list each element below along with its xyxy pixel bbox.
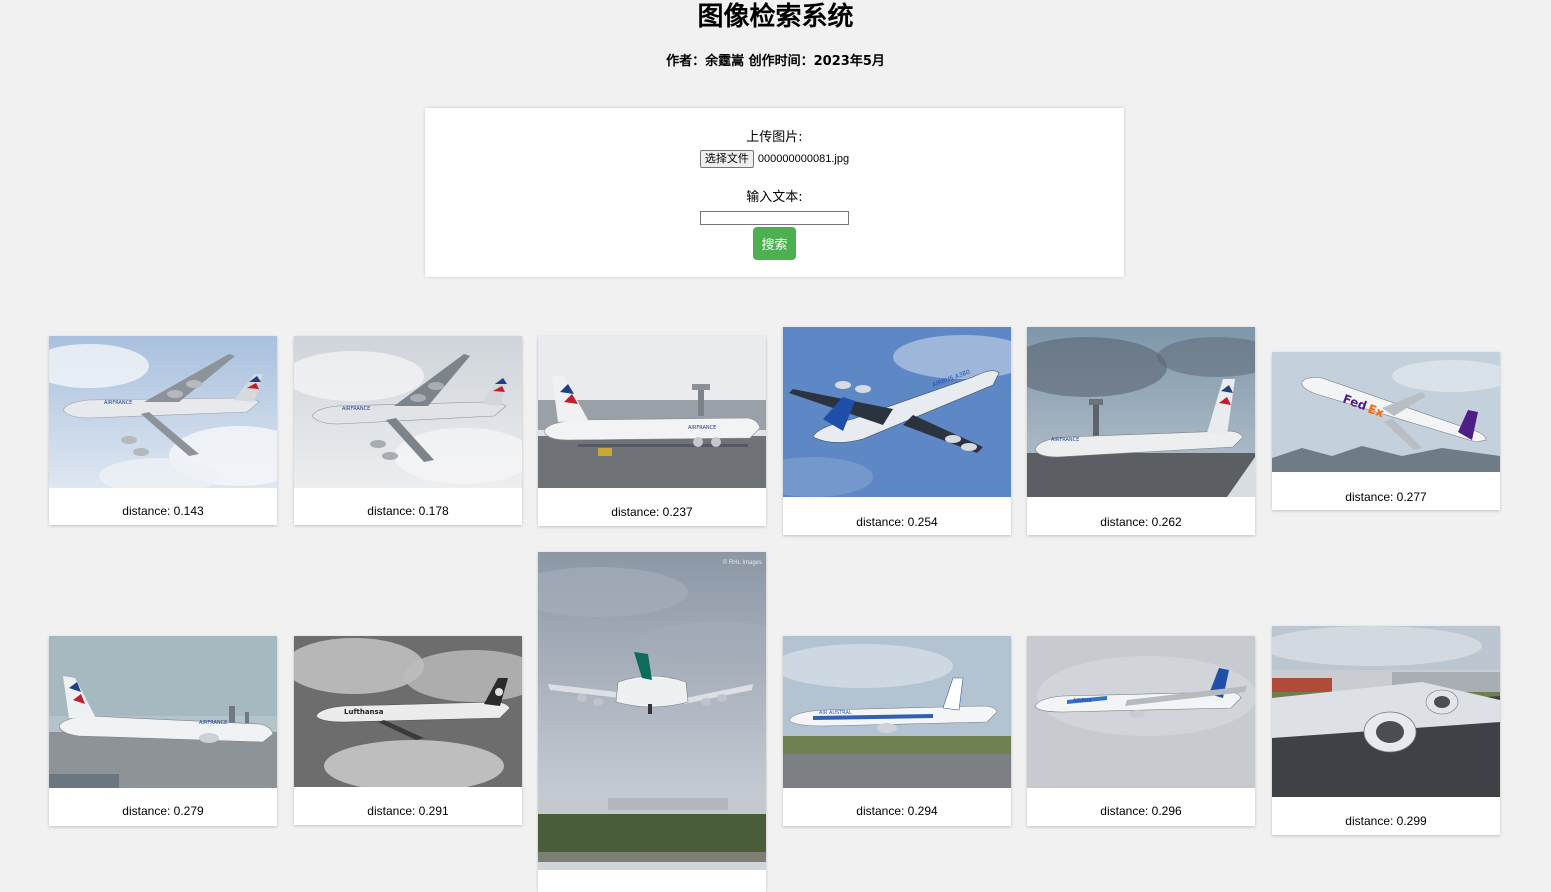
- svg-text:AIRFRANCE: AIRFRANCE: [1051, 437, 1079, 443]
- result-image[interactable]: AIRBUS: [1027, 636, 1255, 788]
- text-label: 输入文本:: [746, 190, 803, 205]
- svg-text:AIRBUS: AIRBUS: [1073, 698, 1092, 704]
- result-card[interactable]: Fed Ex distance: 0.277: [1272, 352, 1500, 510]
- result-card[interactable]: distance: 0.299: [1272, 626, 1500, 835]
- upload-label: 上传图片:: [746, 130, 803, 145]
- result-distance: distance: 0.143: [122, 504, 204, 518]
- result-card[interactable]: AIRFRANCE distance: 0.262: [1027, 327, 1255, 535]
- search-form: 上传图片: 选择文件 000000000081.jpg 输入文本: 搜索: [425, 108, 1124, 277]
- svg-text:AIRFRANCE: AIRFRANCE: [688, 425, 716, 431]
- result-image[interactable]: AIRFRANCE: [1027, 327, 1255, 497]
- result-distance: distance: 0.178: [367, 504, 449, 518]
- result-image[interactable]: AIRFRANCE: [538, 336, 766, 488]
- result-image[interactable]: AIRBUS A380: [783, 327, 1011, 497]
- svg-text:AIR AUSTRAL: AIR AUSTRAL: [819, 710, 852, 716]
- file-input[interactable]: 选择文件 000000000081.jpg: [425, 150, 1124, 168]
- page-title: 图像检索系统: [697, 2, 854, 32]
- result-image[interactable]: Lufthansa: [294, 636, 522, 787]
- result-distance: distance: 0.291: [367, 804, 449, 818]
- result-image[interactable]: AIRFRANCE: [49, 636, 277, 788]
- svg-text:AIRFRANCE: AIRFRANCE: [342, 406, 370, 412]
- result-card[interactable]: AIRFRANCE distance: 0.178: [294, 336, 522, 525]
- result-distance: distance: 0.299: [1345, 814, 1427, 828]
- result-card[interactable]: AIRFRANCE distance: 0.279: [49, 636, 277, 826]
- search-button[interactable]: 搜索: [753, 227, 796, 260]
- page-subtitle: 作者：余霆嵩 创作时间：2023年5月: [666, 54, 885, 69]
- result-card[interactable]: AIRBUS distance: 0.296: [1027, 636, 1255, 826]
- result-distance: distance: 0.262: [1100, 515, 1182, 529]
- photo-watermark: © RHL Images: [722, 560, 762, 566]
- result-card[interactable]: AIRFRANCE distance: 0.237: [538, 336, 766, 526]
- result-card[interactable]: AIR AUSTRAL distance: 0.294: [783, 636, 1011, 826]
- svg-text:AIRFRANCE: AIRFRANCE: [199, 720, 227, 726]
- result-image[interactable]: AIRFRANCE: [49, 336, 277, 488]
- result-card[interactable]: AIRFRANCE distance: 0.143: [49, 336, 277, 525]
- svg-text:AIRFRANCE: AIRFRANCE: [104, 400, 132, 406]
- result-image[interactable]: AIR AUSTRAL: [783, 636, 1011, 788]
- result-image[interactable]: [1272, 626, 1500, 797]
- result-distance: distance: 0.294: [856, 804, 938, 818]
- result-card[interactable]: Lufthansa distance: 0.291: [294, 636, 522, 825]
- result-distance: distance: 0.296: [1100, 804, 1182, 818]
- result-image[interactable]: Fed Ex: [1272, 352, 1500, 472]
- text-query-input[interactable]: [700, 211, 849, 225]
- result-distance: distance: 0.254: [856, 515, 938, 529]
- result-card[interactable]: © RHL Images: [538, 552, 766, 892]
- result-image[interactable]: AIRFRANCE: [294, 336, 522, 488]
- result-distance: distance: 0.277: [1345, 490, 1427, 504]
- svg-text:Lufthansa: Lufthansa: [344, 708, 384, 716]
- selected-file-name: 000000000081.jpg: [757, 153, 850, 165]
- result-image[interactable]: [538, 552, 766, 870]
- result-distance: distance: 0.237: [611, 505, 693, 519]
- result-distance: distance: 0.279: [122, 804, 204, 818]
- choose-file-button[interactable]: 选择文件: [699, 150, 754, 168]
- result-card[interactable]: AIRBUS A380 distance: 0.254: [783, 327, 1011, 535]
